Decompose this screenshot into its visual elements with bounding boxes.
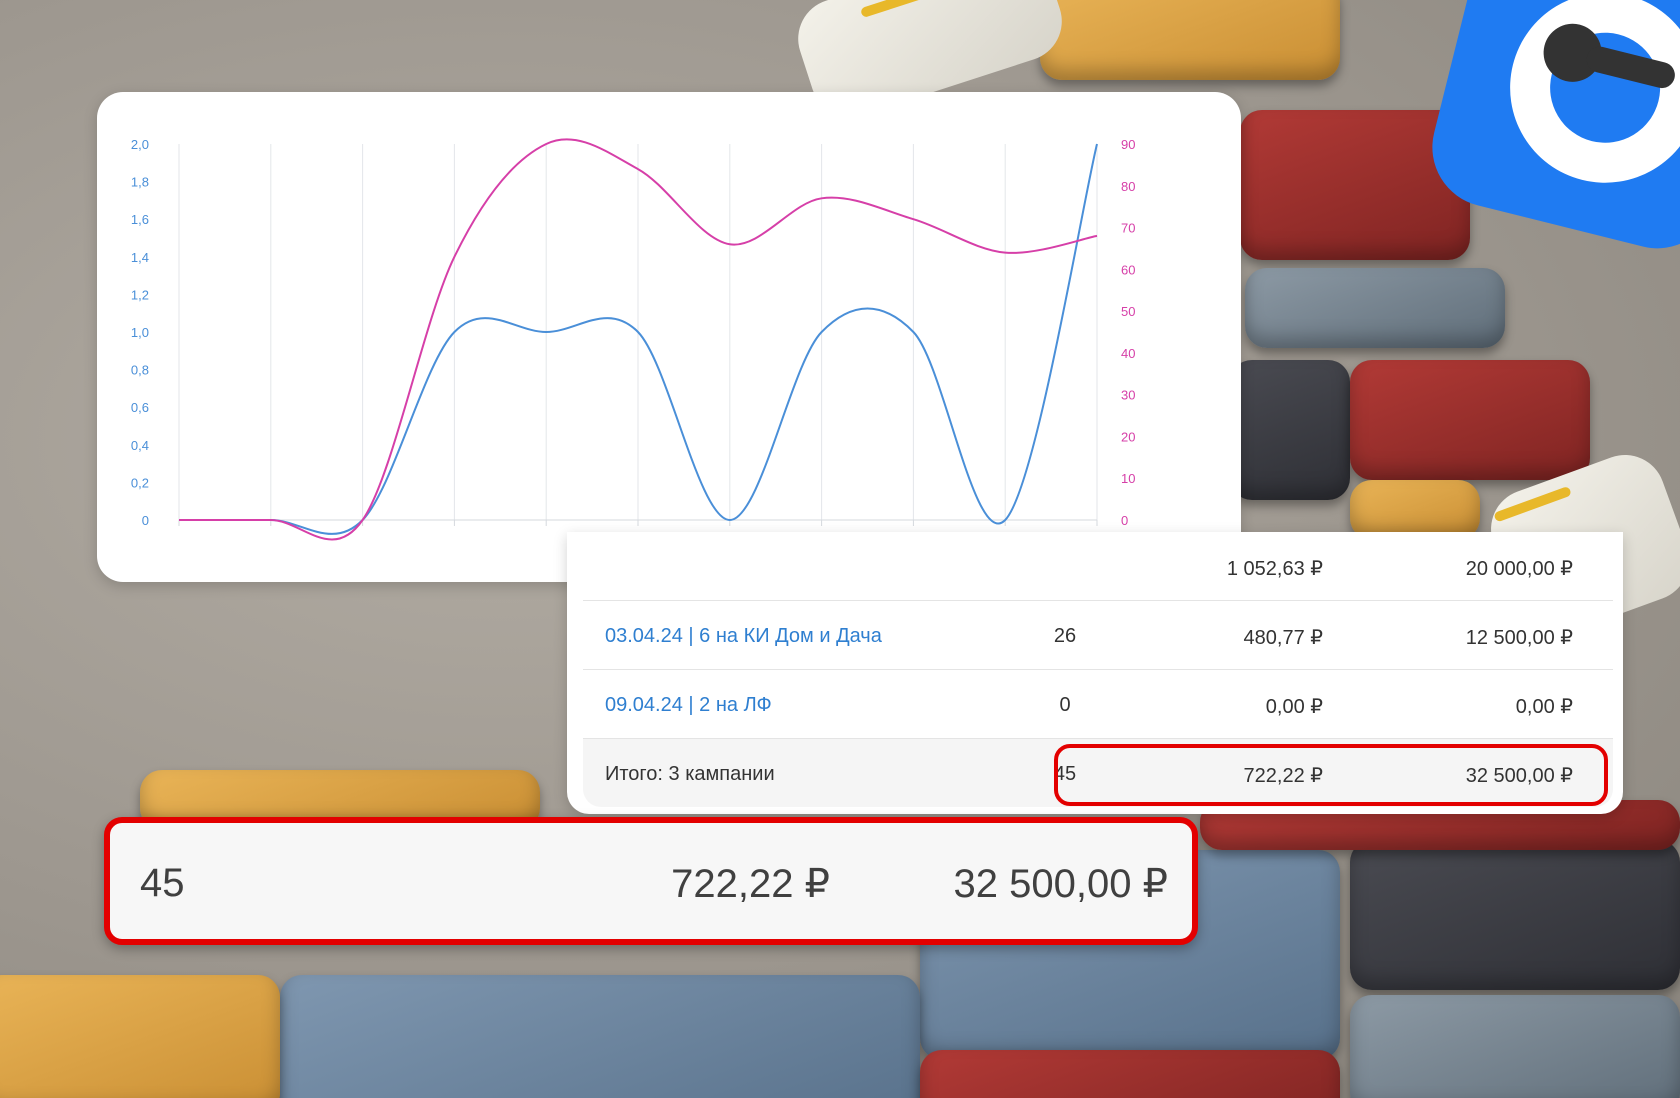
sum-cell: 12 500,00 ₽ bbox=[1465, 627, 1573, 649]
y-axis-left: 0 0,2 0,4 0,6 0,8 1,0 1,2 1,4 1,6 1,8 2,0 bbox=[131, 137, 149, 528]
y-right-tick-label: 10 bbox=[1121, 471, 1135, 486]
paving-stone bbox=[280, 975, 920, 1098]
y-left-tick-label: 0 bbox=[142, 513, 149, 528]
y-left-tick-label: 2,0 bbox=[131, 137, 149, 152]
y-right-tick-label: 70 bbox=[1121, 221, 1135, 236]
y-right-tick-label: 80 bbox=[1121, 179, 1135, 194]
zoom-count: 45 bbox=[140, 861, 185, 905]
y-left-tick-label: 1,4 bbox=[131, 250, 149, 265]
y-right-tick-label: 30 bbox=[1121, 388, 1135, 403]
cpa-cell: 1 052,63 ₽ bbox=[1226, 558, 1323, 580]
total-label: Итого: 3 кампании bbox=[605, 763, 775, 785]
zoom-cpa: 722,22 ₽ bbox=[671, 862, 830, 906]
paving-stone bbox=[1350, 360, 1590, 480]
paving-stone bbox=[1040, 0, 1340, 80]
glove-trim bbox=[859, 0, 968, 19]
total-highlight-frame bbox=[1054, 744, 1608, 806]
y-left-tick-label: 0,4 bbox=[131, 438, 149, 453]
table-row: 09.04.24 | 2 на ЛФ 0 0,00 ₽ 0,00 ₽ bbox=[583, 670, 1613, 739]
y-right-tick-label: 40 bbox=[1121, 346, 1135, 361]
table-row: 1 052,63 ₽ 20 000,00 ₽ bbox=[583, 532, 1613, 601]
paving-stone bbox=[1350, 840, 1680, 990]
y-right-tick-label: 20 bbox=[1121, 429, 1135, 444]
cpa-cell: 480,77 ₽ bbox=[1243, 627, 1323, 649]
zoom-sum: 32 500,00 ₽ bbox=[953, 862, 1168, 906]
paving-stone bbox=[0, 975, 280, 1098]
y-right-tick-label: 90 bbox=[1121, 137, 1135, 152]
y-right-tick-label: 50 bbox=[1121, 304, 1135, 319]
zoomed-total-bar: 45 722,22 ₽ 32 500,00 ₽ bbox=[104, 817, 1198, 945]
count-cell: 0 bbox=[1059, 694, 1071, 716]
count-cell: 26 bbox=[1053, 625, 1077, 647]
paving-stone bbox=[1245, 268, 1505, 348]
chart-grid bbox=[178, 144, 1098, 526]
paving-stone bbox=[1230, 360, 1350, 500]
paving-stone bbox=[1350, 995, 1680, 1098]
paving-stone bbox=[1350, 480, 1480, 540]
table-row: 03.04.24 | 6 на КИ Дом и Дача 26 480,77 … bbox=[583, 601, 1613, 670]
y-right-tick-label: 60 bbox=[1121, 262, 1135, 277]
y-left-tick-label: 1,2 bbox=[131, 287, 149, 302]
y-left-tick-label: 0,8 bbox=[131, 363, 149, 378]
y-left-tick-label: 1,0 bbox=[131, 325, 149, 340]
y-left-tick-label: 1,8 bbox=[131, 175, 149, 190]
campaign-link[interactable]: 03.04.24 | 6 на КИ Дом и Дача bbox=[605, 625, 882, 648]
line-chart: 0 0,2 0,4 0,6 0,8 1,0 1,2 1,4 1,6 1,8 2,0 0 10 20 30 4… bbox=[131, 137, 1135, 541]
chart-card: 0 0,2 0,4 0,6 0,8 1,0 1,2 1,4 1,6 1,8 2,0 0 10 20 30 4… bbox=[97, 92, 1241, 582]
y-left-tick-label: 0,2 bbox=[131, 475, 149, 490]
y-axis-right: 0 10 20 30 40 50 60 70 80 90 bbox=[1121, 137, 1135, 528]
sum-cell: 0,00 ₽ bbox=[1515, 696, 1573, 718]
sum-cell: 20 000,00 ₽ bbox=[1465, 558, 1573, 580]
paving-stone bbox=[920, 1050, 1340, 1098]
y-right-tick-label: 0 bbox=[1121, 513, 1128, 528]
y-left-tick-label: 1,6 bbox=[131, 212, 149, 227]
cpa-cell: 0,00 ₽ bbox=[1265, 696, 1323, 718]
campaign-link[interactable]: 09.04.24 | 2 на ЛФ bbox=[605, 694, 772, 717]
y-left-tick-label: 0,6 bbox=[131, 400, 149, 415]
